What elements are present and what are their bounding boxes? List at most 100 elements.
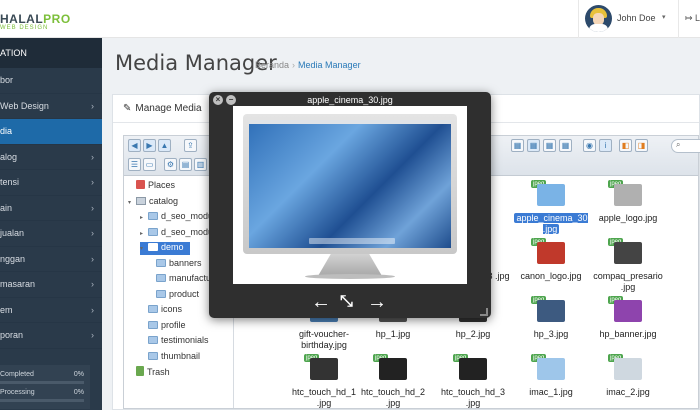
file-name: gift-voucher- birthday.jpg	[298, 329, 350, 350]
tree-node-label: profile	[161, 319, 186, 330]
preview-icon[interactable]: ◉	[583, 139, 596, 152]
file-name: htc_touch_hd_1 .jpg	[291, 387, 357, 408]
list-view-icon[interactable]: ☰	[128, 158, 141, 171]
page-title: Media Manager	[115, 51, 277, 75]
sidebar-item[interactable]: alog ›	[0, 145, 102, 170]
forward-icon[interactable]: ▶	[143, 139, 156, 152]
archive-icon[interactable]: ▤	[179, 158, 192, 171]
sidebar-item[interactable]: nggan ›	[0, 247, 102, 272]
sidebar-item[interactable]: tensi ›	[0, 170, 102, 196]
sidebar-item-label: masaran	[0, 279, 36, 289]
grid-view-icon[interactable]: ▦	[527, 139, 540, 152]
nav-header: ATION	[0, 38, 102, 68]
breadcrumb-home[interactable]: Beranda	[255, 60, 289, 70]
tree-node-folder[interactable]: product	[156, 289, 199, 302]
settings-icon[interactable]: ◧	[619, 139, 632, 152]
back-icon[interactable]: ◀	[128, 139, 141, 152]
details-icon[interactable]: ▭	[143, 158, 156, 171]
sidebar-item-label: tensi	[0, 177, 20, 187]
upload-icon[interactable]: ⇪	[184, 139, 197, 152]
progress-row: Processing 0%	[0, 387, 90, 405]
tree-node-label: banners	[169, 257, 202, 268]
fullscreen-icon[interactable]: ⤡	[340, 292, 353, 312]
user-menu[interactable]: John Doe ▾	[578, 0, 678, 38]
file-item[interactable]: jpeg imac_1.jpg	[513, 354, 589, 398]
info-icon[interactable]: i	[599, 139, 612, 152]
view-icon[interactable]: ▦	[511, 139, 524, 152]
next-arrow-icon[interactable]: →	[367, 292, 387, 312]
file-item[interactable]: jpeg htc_touch_hd_2 .jpg	[355, 354, 431, 409]
file-thumbnail: jpeg	[531, 180, 571, 210]
file-item[interactable]: jpeg apple_cinema_30 .jpg	[513, 180, 589, 235]
sidebar-item[interactable]: poran ›	[0, 323, 102, 349]
tree-node-trash[interactable]: Trash	[136, 366, 170, 379]
breadcrumb-current[interactable]: Media Manager	[298, 60, 361, 70]
avatar	[585, 5, 612, 32]
sidebar-item-label: alog	[0, 151, 18, 162]
progress-box: Completed 0% Processing 0%	[0, 365, 90, 409]
sort-icon[interactable]: ◨	[635, 139, 648, 152]
file-item[interactable]: jpeg apple_logo.jpg	[590, 180, 666, 224]
sidebar-item[interactable]: dia	[0, 119, 102, 145]
file-item[interactable]: jpeg hp_banner.jpg	[590, 296, 666, 340]
tree-node-catalog[interactable]: ▾ catalog	[128, 196, 178, 209]
tree-node-folder[interactable]: icons	[148, 304, 182, 317]
file-item[interactable]: jpeg imac_2.jpg	[590, 354, 666, 398]
file-name: htc_touch_hd_2 .jpg	[360, 387, 426, 408]
sidebar-item-label: Web Design	[0, 100, 49, 111]
brand-logo[interactable]: HALALPRO WEB DESIGN	[0, 0, 102, 38]
extract-icon[interactable]: ▥	[194, 158, 207, 171]
sidebar-item[interactable]: bor	[0, 68, 102, 94]
topbar: John Doe ▾ ↦ Lo	[102, 0, 700, 38]
up-icon[interactable]: ▲	[158, 139, 171, 152]
drive-icon	[136, 196, 146, 205]
sidebar-item-label: poran	[0, 330, 24, 340]
tree-node-folder[interactable]: profile	[148, 320, 186, 333]
tree-node-label: testimonials	[161, 335, 209, 345]
tree-node-folder[interactable]: ▾ demo	[140, 242, 190, 255]
large-grid-icon[interactable]: ▦	[559, 139, 572, 152]
logout-button[interactable]: ↦ Lo	[678, 0, 700, 38]
file-name: apple_cinema_30 .jpg	[514, 213, 588, 234]
progress-label: Processing	[0, 389, 35, 396]
tree-node-folder[interactable]: banners	[156, 258, 202, 271]
file-thumbnail: jpeg	[608, 180, 648, 210]
tree-node-label: Trash	[147, 367, 170, 377]
sidebar-item[interactable]: ain ›	[0, 196, 102, 221]
tree-node-folder[interactable]: testimonials	[148, 335, 209, 348]
prev-arrow-icon[interactable]: ←	[311, 292, 331, 312]
sidebar-item[interactable]: Web Design ›	[0, 94, 102, 119]
tree-node-label: Places	[148, 180, 176, 190]
gear-icon[interactable]: ⚙	[164, 158, 177, 171]
file-thumbnail: jpeg	[453, 354, 493, 384]
sidebar-item[interactable]: masaran ›	[0, 272, 102, 298]
sidebar-item[interactable]: jualan ›	[0, 221, 102, 247]
folder-icon	[148, 336, 158, 344]
file-item[interactable]: jpeg htc_touch_hd_1 .jpg	[286, 354, 362, 409]
progress-label: Completed	[0, 371, 34, 378]
folder-icon	[156, 258, 166, 267]
file-thumbnail: jpeg	[531, 238, 571, 268]
file-thumbnail: jpeg	[608, 354, 648, 384]
file-item[interactable]: jpeg hp_3.jpg	[513, 296, 589, 340]
tree-node-places[interactable]: Places	[136, 180, 175, 193]
file-item[interactable]: jpeg compaq_presario .jpg	[590, 238, 666, 293]
tree-node-folder[interactable]: thumbnail	[148, 351, 200, 364]
file-item[interactable]: jpeg canon_logo.jpg	[513, 238, 589, 282]
file-thumbnail: jpeg	[304, 354, 344, 384]
file-item[interactable]: jpeg htc_touch_hd_3 .jpg	[435, 354, 511, 409]
tree-node-label: thumbnail	[161, 350, 201, 361]
search-input[interactable]: ⌕	[671, 139, 700, 153]
resize-handle[interactable]	[480, 308, 488, 316]
progress-bar	[0, 381, 84, 384]
small-grid-icon[interactable]: ▦	[543, 139, 556, 152]
sidebar: HALALPRO WEB DESIGN ATION bor Web Design ›…	[0, 0, 102, 410]
logout-icon: ↦ Lo	[685, 13, 700, 23]
sidebar-item-label: nggan	[0, 253, 26, 264]
folder-icon	[148, 227, 158, 236]
pencil-icon: ✎	[123, 103, 132, 114]
preview-image	[233, 106, 467, 284]
file-name: canon_logo.jpg	[520, 271, 582, 281]
sidebar-item[interactable]: em ›	[0, 298, 102, 323]
breadcrumb: Beranda › Media Manager	[255, 60, 361, 70]
